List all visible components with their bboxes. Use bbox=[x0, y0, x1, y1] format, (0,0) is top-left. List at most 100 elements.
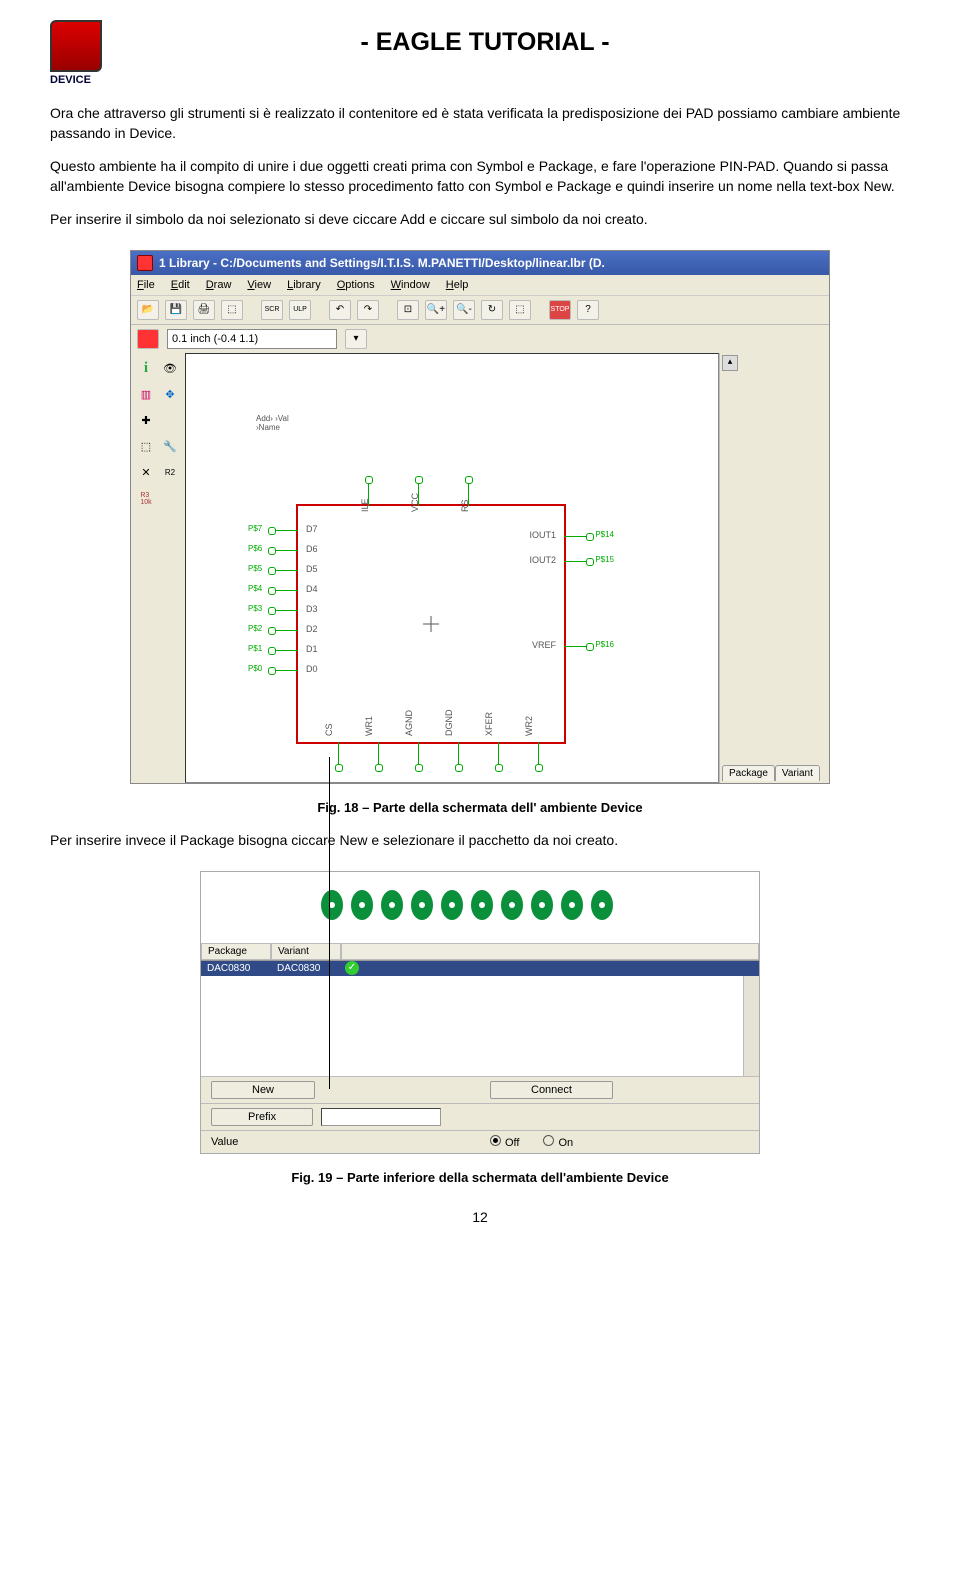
scrollbar-vertical[interactable] bbox=[743, 976, 759, 1076]
pin-d2-label: D2 bbox=[306, 624, 318, 634]
prefix-input[interactable] bbox=[321, 1108, 441, 1126]
radio-off[interactable] bbox=[490, 1135, 501, 1146]
layers-tool[interactable]: ▥ bbox=[135, 383, 157, 407]
check-icon: ✓ bbox=[345, 961, 359, 975]
radio-on[interactable] bbox=[543, 1135, 554, 1146]
pin-wr2-label: WR2 bbox=[524, 716, 534, 736]
table-row[interactable]: DAC0830 DAC0830 ✓ bbox=[201, 961, 759, 976]
figure-18: 1 Library - C:/Documents and Settings/I.… bbox=[50, 250, 910, 784]
pin-d0-label: D0 bbox=[306, 664, 318, 674]
zoom-redraw-button[interactable]: ↻ bbox=[481, 300, 503, 320]
new-button[interactable]: New bbox=[211, 1081, 315, 1099]
left-toolpalette: i 👁 ▥ ✥ ✚ ⬚ 🔧 ✕ R2 R310k bbox=[131, 353, 185, 783]
on-label: On bbox=[558, 1137, 573, 1149]
show-tool[interactable]: 👁 bbox=[159, 357, 181, 381]
delete-tool[interactable]: ✕ bbox=[135, 461, 157, 485]
pin-d5-label: D5 bbox=[306, 564, 318, 574]
redo-button[interactable]: ↷ bbox=[357, 300, 379, 320]
pin-iout1-label: IOUT1 bbox=[529, 530, 556, 540]
value-label: Value bbox=[211, 1136, 238, 1148]
eagle-lower-panel: Package Variant DAC0830 DAC0830 ✓ New Co… bbox=[200, 871, 760, 1154]
col-package[interactable]: Package bbox=[201, 943, 271, 960]
group-tool[interactable]: ⬚ bbox=[135, 435, 157, 459]
page-header: DEVICE - EAGLE TUTORIAL - bbox=[50, 20, 910, 86]
tab-variant[interactable]: Variant bbox=[775, 765, 820, 781]
menu-view[interactable]: View bbox=[247, 279, 271, 291]
figure-18-caption: Fig. 18 – Parte della schermata dell' am… bbox=[50, 800, 910, 815]
zoom-fit-button[interactable]: ⊡ bbox=[397, 300, 419, 320]
menu-help[interactable]: Help bbox=[446, 279, 469, 291]
undo-button[interactable]: ↶ bbox=[329, 300, 351, 320]
menu-draw[interactable]: Draw bbox=[206, 279, 232, 291]
eagle-window: 1 Library - C:/Documents and Settings/I.… bbox=[130, 250, 830, 784]
pin-d7-label: D7 bbox=[306, 524, 318, 534]
logo-icon bbox=[50, 20, 102, 72]
pad-label: P$1 bbox=[248, 644, 262, 653]
annotation-line bbox=[329, 757, 330, 1089]
main-area: i 👁 ▥ ✥ ✚ ⬚ 🔧 ✕ R2 R310k Add› ›Val›Name bbox=[131, 353, 829, 783]
add-annotation: Add› ›Val›Name bbox=[256, 414, 289, 432]
paragraph-2: Questo ambiente ha il compito di unire i… bbox=[50, 157, 910, 196]
pin-vcc-label: VCC bbox=[410, 493, 420, 512]
package-preview bbox=[201, 872, 759, 942]
pad-label: P$16 bbox=[595, 640, 614, 649]
help-button[interactable]: ? bbox=[577, 300, 599, 320]
cam-button[interactable]: ⬚ bbox=[221, 300, 243, 320]
ulp-button[interactable]: ULP bbox=[289, 300, 311, 320]
connect-button[interactable]: Connect bbox=[490, 1081, 613, 1099]
right-panel: ▴ Package Variant bbox=[719, 353, 829, 783]
cell-variant: DAC0830 bbox=[271, 961, 341, 976]
stop-button[interactable]: STOP bbox=[549, 300, 571, 320]
layer-button[interactable] bbox=[137, 329, 159, 349]
col-variant[interactable]: Variant bbox=[271, 943, 341, 960]
menu-library[interactable]: Library bbox=[287, 279, 321, 291]
pad-label: P$6 bbox=[248, 544, 262, 553]
tab-package[interactable]: Package bbox=[722, 765, 775, 781]
device-symbol: D7P$7 D6P$6 D5P$5 D4P$4 D3P$3 D2P$2 D1P$… bbox=[296, 504, 566, 744]
copy-tool[interactable] bbox=[159, 409, 181, 433]
move-tool[interactable]: ✥ bbox=[159, 383, 181, 407]
pin-iout2-label: IOUT2 bbox=[529, 555, 556, 565]
pin-vref-label: VREF bbox=[532, 640, 556, 650]
menu-file[interactable]: File bbox=[137, 279, 155, 291]
pin-dgnd-label: DGND bbox=[444, 709, 454, 736]
pin-rs-label: RS bbox=[460, 499, 470, 512]
pad-label: P$0 bbox=[248, 664, 262, 673]
save-button[interactable]: 💾 bbox=[165, 300, 187, 320]
name-tool[interactable]: R2 bbox=[159, 461, 181, 485]
pin-cs-label: CS bbox=[324, 723, 334, 736]
zoom-out-button[interactable]: 🔍- bbox=[453, 300, 475, 320]
pad-label: P$7 bbox=[248, 524, 262, 533]
logo-label: DEVICE bbox=[50, 74, 110, 86]
pin-d6-label: D6 bbox=[306, 544, 318, 554]
menu-options[interactable]: Options bbox=[337, 279, 375, 291]
cell-package: DAC0830 bbox=[201, 961, 271, 976]
menu-edit[interactable]: Edit bbox=[171, 279, 190, 291]
open-button[interactable]: 📂 bbox=[137, 300, 159, 320]
pin-ile-label: ILE bbox=[360, 498, 370, 512]
info-tool[interactable]: i bbox=[135, 357, 157, 381]
add-tool[interactable]: ✚ bbox=[135, 409, 157, 433]
print-button[interactable]: 🖨 bbox=[193, 300, 215, 320]
pad-label: P$2 bbox=[248, 624, 262, 633]
zoom-select-button[interactable]: ⬚ bbox=[509, 300, 531, 320]
pin-d3-label: D3 bbox=[306, 604, 318, 614]
pad-label: P$5 bbox=[248, 564, 262, 573]
scroll-up-icon[interactable]: ▴ bbox=[722, 355, 738, 371]
other-tool[interactable] bbox=[159, 487, 181, 511]
toolbar: 📂 💾 🖨 ⬚ SCR ULP ↶ ↷ ⊡ 🔍+ 🔍- ↻ ⬚ STOP ? bbox=[131, 296, 829, 325]
scr-button[interactable]: SCR bbox=[261, 300, 283, 320]
prefix-button[interactable]: Prefix bbox=[211, 1108, 313, 1126]
pin-agnd-label: AGND bbox=[404, 710, 414, 736]
logo: DEVICE bbox=[50, 20, 110, 86]
coord-dropdown-icon[interactable]: ▾ bbox=[345, 329, 367, 349]
coord-input[interactable] bbox=[167, 329, 337, 349]
canvas[interactable]: Add› ›Val›Name D7P$7 D6P$6 D5P$5 D4P$4 D… bbox=[185, 353, 719, 783]
menu-window[interactable]: Window bbox=[391, 279, 430, 291]
window-title: 1 Library - C:/Documents and Settings/I.… bbox=[159, 256, 605, 270]
pad-label: P$14 bbox=[595, 530, 614, 539]
value-tool[interactable]: R310k bbox=[135, 487, 157, 511]
change-tool[interactable]: 🔧 bbox=[159, 435, 181, 459]
zoom-in-button[interactable]: 🔍+ bbox=[425, 300, 447, 320]
bottom-controls: New Connect Prefix Value Off O bbox=[201, 1076, 759, 1153]
